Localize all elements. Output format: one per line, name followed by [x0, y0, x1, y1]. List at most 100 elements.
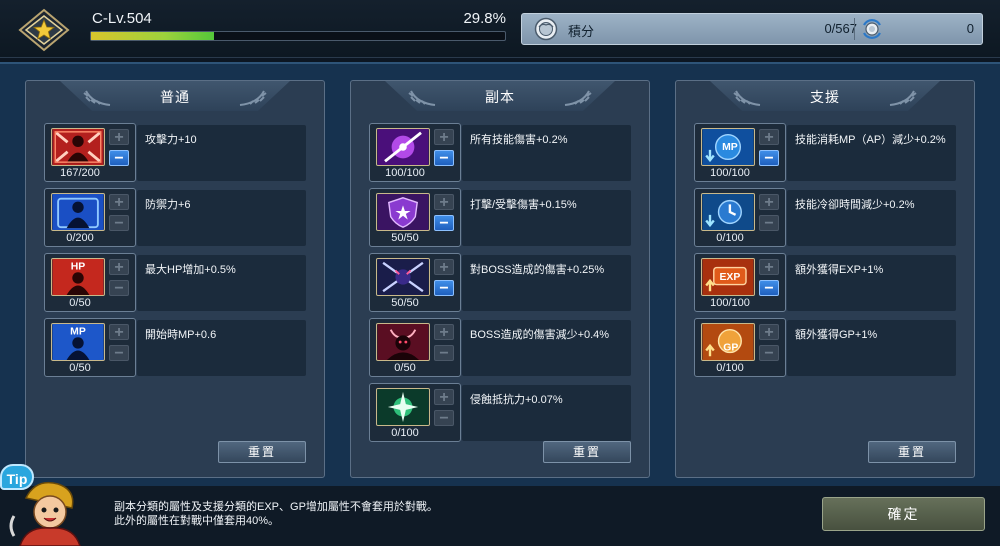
icon-label: MP: [70, 326, 86, 337]
increase-button[interactable]: +: [109, 129, 129, 146]
skill-points-count: 0/100: [716, 232, 744, 244]
bonus-gp-icon: GP: [701, 323, 755, 361]
column-title: 支援: [810, 89, 840, 105]
rank-star-emblem-icon: [18, 8, 70, 52]
skill-slot: HP + − 0/50: [44, 253, 136, 312]
points-label: 積分: [568, 24, 595, 39]
skill-points-count: 0/50: [394, 362, 416, 374]
decrease-button[interactable]: −: [434, 215, 454, 232]
skill-points-count: 100/100: [385, 167, 425, 179]
increase-button[interactable]: +: [109, 324, 129, 341]
skill-slot: MP + − 100/100: [694, 123, 786, 182]
secondary-points-value: 0: [966, 21, 974, 36]
skill-slot: + − 0/100: [694, 188, 786, 247]
skill-points-count: 0/50: [69, 297, 91, 309]
increase-button[interactable]: +: [434, 259, 454, 276]
skill-description-text: 額外獲得GP+1%: [795, 329, 878, 341]
decrease-button[interactable]: −: [759, 345, 779, 362]
icon-label: GP: [723, 343, 738, 354]
skill-row: HP + − 0/50 最大HP增加+0.5%: [44, 253, 306, 312]
skill-slot: + − 0/50: [369, 318, 461, 377]
increase-button[interactable]: +: [434, 389, 454, 406]
column-dungeon: 副本 + − 100/100 所有技能傷害+0.2% + − 50/50 打擊/…: [350, 80, 650, 478]
tip-line: 此外的屬性在對戰中僅套用40%。: [114, 515, 280, 527]
decrease-button[interactable]: −: [109, 150, 129, 167]
skill-points-count: 167/200: [60, 167, 100, 179]
reset-button[interactable]: 重置: [868, 441, 956, 463]
increase-button[interactable]: +: [759, 259, 779, 276]
skill-row: GP + − 0/100 額外獲得GP+1%: [694, 318, 956, 377]
decrease-button[interactable]: −: [434, 345, 454, 362]
reset-button[interactable]: 重置: [543, 441, 631, 463]
refresh-medal-icon[interactable]: [860, 17, 884, 41]
skill-description-text: 開始時MP+0.6: [145, 329, 217, 341]
bonus-exp-icon: EXP: [701, 258, 755, 296]
skill-description: 防禦力+6: [137, 190, 306, 246]
skill-points-count: 0/200: [66, 232, 94, 244]
increase-button[interactable]: +: [434, 194, 454, 211]
skill-slot: GP + − 0/100: [694, 318, 786, 377]
decrease-button[interactable]: −: [759, 150, 779, 167]
skill-row: + − 50/50 對BOSS造成的傷害+0.25%: [369, 253, 631, 312]
icon-label: MP: [722, 142, 738, 153]
skill-points-count: 0/100: [716, 362, 744, 374]
decrease-button[interactable]: −: [109, 215, 129, 232]
skill-description-text: 對BOSS造成的傷害+0.25%: [470, 264, 605, 276]
skill-slot: EXP + − 100/100: [694, 253, 786, 312]
decrease-button[interactable]: −: [434, 410, 454, 427]
increase-button[interactable]: +: [109, 194, 129, 211]
decrease-button[interactable]: −: [434, 280, 454, 297]
exp-progress-bar: [90, 31, 506, 41]
decrease-button[interactable]: −: [109, 345, 129, 362]
skill-description: 打擊/受擊傷害+0.15%: [462, 190, 631, 246]
skill-points-count: 0/100: [391, 427, 419, 439]
skill-description: 最大HP增加+0.5%: [137, 255, 306, 311]
decrease-button[interactable]: −: [759, 215, 779, 232]
points-divider: [854, 18, 855, 40]
skill-row: MP + − 0/50 開始時MP+0.6: [44, 318, 306, 377]
confirm-button[interactable]: 確定: [822, 497, 985, 531]
top-bar: C-Lv.504 29.8% 積分 0/567 0: [0, 0, 1000, 58]
skill-description: 開始時MP+0.6: [137, 320, 306, 376]
defense-icon: [51, 193, 105, 231]
skill-description-text: 打擊/受擊傷害+0.15%: [470, 199, 577, 211]
skill-slot: + − 0/100: [369, 383, 461, 442]
skill-row: EXP + − 100/100 額外獲得EXP+1%: [694, 253, 956, 312]
icon-label: HP: [71, 261, 86, 272]
skill-row: + − 50/50 打擊/受擊傷害+0.15%: [369, 188, 631, 247]
exp-percent: 29.8%: [463, 10, 506, 27]
skill-description: 對BOSS造成的傷害+0.25%: [462, 255, 631, 311]
skill-points-count: 50/50: [391, 232, 419, 244]
exp-progress-fill: [91, 32, 215, 40]
column-title: 副本: [485, 89, 515, 105]
skill-description: 攻擊力+10: [137, 125, 306, 181]
increase-button[interactable]: +: [109, 259, 129, 276]
cooldown-reduce-icon: [701, 193, 755, 231]
decrease-button[interactable]: −: [759, 280, 779, 297]
column-normal: 普通 + − 167/200 攻擊力+10 + − 0/200 防禦力+6 HP…: [25, 80, 325, 478]
increase-button[interactable]: +: [434, 129, 454, 146]
decrease-button[interactable]: −: [434, 150, 454, 167]
skill-slot: + − 50/50: [369, 188, 461, 247]
decrease-button[interactable]: −: [109, 280, 129, 297]
skill-description: 技能冷卻時間減少+0.2%: [787, 190, 956, 246]
skill-row: MP + − 100/100 技能消耗MP（AP）減少+0.2%: [694, 123, 956, 182]
increase-button[interactable]: +: [759, 194, 779, 211]
increase-button[interactable]: +: [759, 129, 779, 146]
column-support: 支援 MP + − 100/100 技能消耗MP（AP）減少+0.2% + − …: [675, 80, 975, 478]
skill-description-text: 額外獲得EXP+1%: [795, 264, 884, 276]
skill-description: 額外獲得GP+1%: [787, 320, 956, 376]
hit-damage-shield-icon: [376, 193, 430, 231]
tip-badge: Tip: [0, 464, 34, 490]
increase-button[interactable]: +: [434, 324, 454, 341]
skill-description: 額外獲得EXP+1%: [787, 255, 956, 311]
points-medal-icon: [534, 17, 558, 41]
skill-description-text: 防禦力+6: [145, 199, 191, 211]
increase-button[interactable]: +: [759, 324, 779, 341]
start-mp-icon: MP: [51, 323, 105, 361]
skill-description-text: 攻擊力+10: [145, 134, 197, 146]
skill-row: + − 0/100 技能冷卻時間減少+0.2%: [694, 188, 956, 247]
tip-line: 副本分類的屬性及支援分類的EXP、GP增加屬性不會套用於對戰。: [114, 501, 438, 513]
reset-button[interactable]: 重置: [218, 441, 306, 463]
skill-points-count: 0/50: [69, 362, 91, 374]
